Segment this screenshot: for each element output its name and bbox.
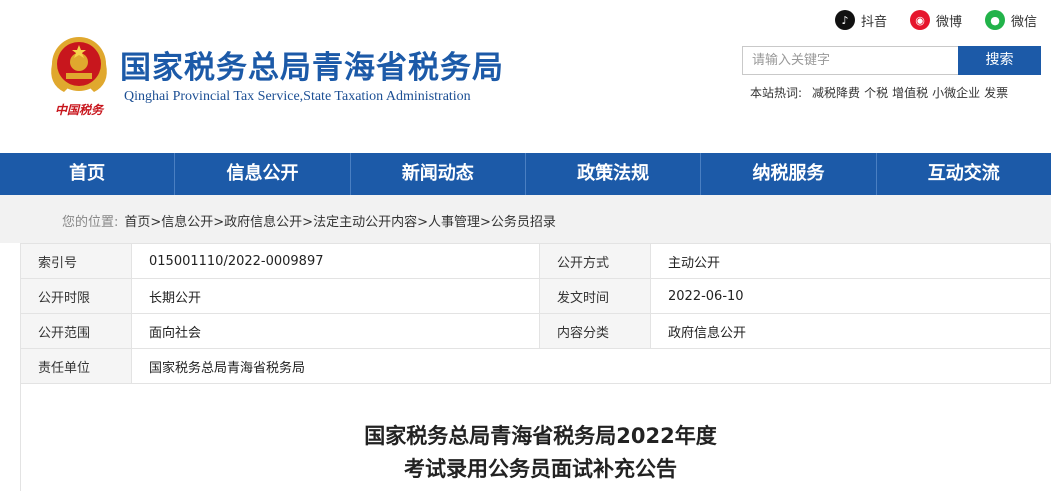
tax-emblem-logo[interactable]: 中国税务 bbox=[44, 34, 114, 120]
hotword-link[interactable]: 发票 bbox=[984, 84, 1008, 101]
search-input[interactable]: 请输入关键字 bbox=[742, 46, 958, 75]
nav-interaction[interactable]: 互动交流 bbox=[877, 153, 1051, 195]
wechat-icon: ● bbox=[985, 10, 1005, 30]
site-subtitle: Qinghai Provincial Tax Service,State Tax… bbox=[124, 89, 471, 104]
info-value: 主动公开 bbox=[650, 243, 1051, 279]
info-label: 公开时限 bbox=[20, 278, 132, 314]
table-row: 公开范围 面向社会 内容分类 政府信息公开 bbox=[20, 313, 1051, 349]
nav-policy[interactable]: 政策法规 bbox=[526, 153, 702, 195]
social-weibo-label: 微博 bbox=[936, 14, 963, 30]
weibo-icon: ◉ bbox=[910, 10, 930, 30]
breadcrumb-bar: 您的位置: 首页>信息公开>政府信息公开>法定主动公开内容>人事管理>公务员招录 bbox=[0, 195, 1051, 243]
social-wechat-label: 微信 bbox=[1011, 14, 1038, 30]
social-weibo[interactable]: ◉ 微博 bbox=[910, 10, 962, 30]
info-value: 2022-06-10 bbox=[650, 278, 1051, 314]
nav-info-disclosure[interactable]: 信息公开 bbox=[175, 153, 351, 195]
site-title[interactable]: 国家税务总局青海省税务局 bbox=[120, 42, 504, 87]
social-douyin-label: 抖音 bbox=[861, 14, 888, 30]
info-value: 015001110/2022-0009897 bbox=[131, 243, 540, 279]
info-label: 内容分类 bbox=[539, 313, 651, 349]
social-douyin[interactable]: ♪ 抖音 bbox=[835, 10, 887, 30]
breadcrumb-path[interactable]: 首页>信息公开>政府信息公开>法定主动公开内容>人事管理>公务员招录 bbox=[124, 215, 555, 230]
hotword-link[interactable]: 增值税 bbox=[892, 84, 928, 101]
document-info-table: 索引号 015001110/2022-0009897 公开方式 主动公开 公开时… bbox=[20, 243, 1051, 384]
article-title-line2: 考试录用公务员面试补充公告 bbox=[404, 457, 677, 481]
info-label: 发文时间 bbox=[539, 278, 651, 314]
hotword-link[interactable]: 减税降费 bbox=[812, 84, 860, 101]
hotwords: 本站热词: 减税降费 个税 增值税 小微企业 发票 bbox=[750, 84, 1008, 101]
hotword-link[interactable]: 小微企业 bbox=[932, 84, 980, 101]
info-value: 面向社会 bbox=[131, 313, 540, 349]
breadcrumb: 您的位置: 首页>信息公开>政府信息公开>法定主动公开内容>人事管理>公务员招录 bbox=[62, 211, 556, 230]
info-value: 国家税务总局青海省税务局 bbox=[131, 348, 1051, 384]
info-label: 公开范围 bbox=[20, 313, 132, 349]
breadcrumb-prefix: 您的位置: bbox=[62, 215, 119, 230]
info-value: 长期公开 bbox=[131, 278, 540, 314]
info-value: 政府信息公开 bbox=[650, 313, 1051, 349]
hotword-link[interactable]: 个税 bbox=[864, 84, 888, 101]
douyin-icon: ♪ bbox=[835, 10, 855, 30]
table-row: 索引号 015001110/2022-0009897 公开方式 主动公开 bbox=[20, 243, 1051, 279]
info-label: 索引号 bbox=[20, 243, 132, 279]
info-label: 公开方式 bbox=[539, 243, 651, 279]
nav-news[interactable]: 新闻动态 bbox=[351, 153, 526, 195]
site-header: 中国税务 国家税务总局青海省税务局 Qinghai Provincial Tax… bbox=[0, 0, 1051, 153]
search-button[interactable]: 搜索 bbox=[958, 46, 1041, 75]
table-row: 责任单位 国家税务总局青海省税务局 bbox=[20, 348, 1051, 384]
hotwords-label: 本站热词: bbox=[750, 86, 803, 100]
nav-tax-service[interactable]: 纳税服务 bbox=[701, 153, 877, 195]
article-title-line1: 国家税务总局青海省税务局2022年度 bbox=[364, 424, 717, 448]
main-nav: 首页 信息公开 新闻动态 政策法规 纳税服务 互动交流 bbox=[0, 153, 1051, 195]
info-label: 责任单位 bbox=[20, 348, 132, 384]
social-wechat[interactable]: ● 微信 bbox=[985, 10, 1037, 30]
emblem-caption: 中国税务 bbox=[55, 103, 105, 117]
table-row: 公开时限 长期公开 发文时间 2022-06-10 bbox=[20, 278, 1051, 314]
nav-home[interactable]: 首页 bbox=[0, 153, 176, 195]
